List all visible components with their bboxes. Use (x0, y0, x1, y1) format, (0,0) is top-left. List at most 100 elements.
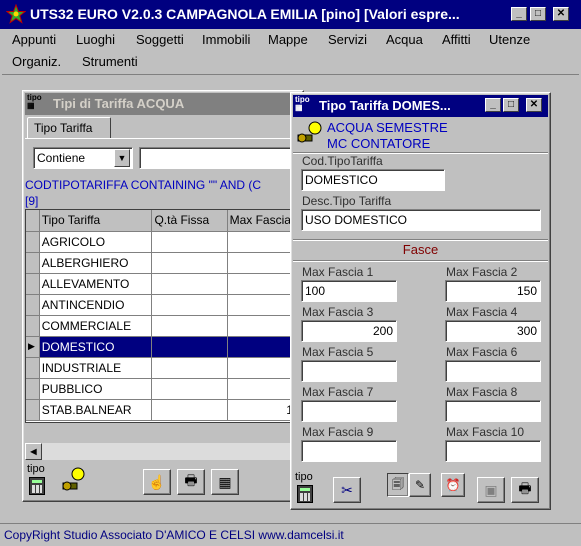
fascia-field[interactable] (301, 360, 397, 382)
record-count: [9] (25, 194, 39, 208)
col-max-fascia1[interactable]: Max Fascia1 (227, 210, 298, 232)
minimize-button[interactable]: _ (511, 7, 527, 21)
menu-affitti[interactable]: Affitti (442, 32, 471, 47)
scroll-left-icon[interactable]: ◀ (25, 443, 42, 460)
fascia-field[interactable] (445, 400, 541, 422)
cell-qta-fissa[interactable] (151, 399, 228, 421)
table-row[interactable]: ALBERGHIERO 250 (26, 252, 298, 274)
table-row[interactable]: ALLEVAMENTO 150 (26, 273, 298, 295)
horizontal-scrollbar[interactable]: ◀ (25, 443, 299, 460)
cell-max-fascia1[interactable]: 1000 (227, 399, 298, 421)
tab-tipo-tariffa[interactable]: Tipo Tariffa (27, 117, 111, 139)
row-indicator[interactable] (26, 294, 40, 316)
cell-max-fascia1[interactable]: 100 (227, 336, 298, 358)
cell-tipo-tariffa[interactable]: COMMERCIALE (39, 315, 153, 337)
row-indicator[interactable] (26, 399, 40, 421)
cell-qta-fissa[interactable] (151, 336, 228, 358)
cell-max-fascia1[interactable]: 150 (227, 273, 298, 295)
cell-qta-fissa[interactable] (151, 378, 228, 400)
menu-utenze[interactable]: Utenze (489, 32, 530, 47)
menu-immobili[interactable]: Immobili (202, 32, 250, 47)
fascia-field[interactable] (445, 440, 541, 462)
cod-field[interactable]: DOMESTICO (301, 169, 445, 191)
row-indicator[interactable] (26, 231, 40, 253)
cell-qta-fissa[interactable] (151, 315, 228, 337)
row-indicator[interactable]: ▶ (26, 336, 40, 358)
cell-max-fascia1[interactable]: 150 (227, 315, 298, 337)
table-row[interactable]: COMMERCIALE 150 (26, 315, 298, 337)
col-tipo-tariffa[interactable]: Tipo Tariffa (39, 210, 153, 232)
calculator-icon[interactable] (29, 477, 45, 495)
tariff-grid[interactable]: Tipo Tariffa Q.tà Fissa Max Fascia1 AGRI… (25, 209, 299, 423)
cell-max-fascia1[interactable]: 250 (227, 357, 298, 379)
row-indicator[interactable] (26, 273, 40, 295)
chevron-down-icon[interactable]: ▼ (114, 149, 130, 167)
cell-tipo-tariffa[interactable]: INDUSTRIALE (39, 357, 153, 379)
view-button[interactable]: 🗐 (387, 473, 409, 497)
table-row[interactable]: ANTINCENDIO 150 (26, 294, 298, 316)
table-row[interactable]: ▶DOMESTICO 100 (26, 336, 298, 358)
cell-tipo-tariffa[interactable]: ALBERGHIERO (39, 252, 153, 274)
row-indicator[interactable] (26, 378, 40, 400)
cell-tipo-tariffa[interactable]: AGRICOLO (39, 231, 153, 253)
key-bulb-icon[interactable] (59, 465, 89, 495)
row-indicator[interactable] (26, 252, 40, 274)
fascia-field[interactable]: 150 (445, 280, 541, 302)
cell-qta-fissa[interactable] (151, 231, 228, 253)
cell-max-fascia1[interactable]: 500 (227, 378, 298, 400)
table-row[interactable]: AGRICOLO 150 (26, 231, 298, 253)
detail-minimize-button[interactable]: _ (485, 98, 501, 112)
fascia-field[interactable] (445, 360, 541, 382)
cell-max-fascia1[interactable]: 150 (227, 231, 298, 253)
fascia-field[interactable]: 100 (301, 280, 397, 302)
menu-organiz[interactable]: Organiz. (12, 54, 61, 69)
menu-servizi[interactable]: Servizi (328, 32, 367, 47)
edit-button[interactable]: ✎ (409, 473, 431, 497)
print-button[interactable]: 🖶 (511, 477, 539, 503)
row-indicator[interactable] (26, 357, 40, 379)
cell-qta-fissa[interactable] (151, 252, 228, 274)
cell-qta-fissa[interactable] (151, 357, 228, 379)
menu-soggetti[interactable]: Soggetti (136, 32, 184, 47)
menu-appunti[interactable]: Appunti (12, 32, 56, 47)
menu-acqua[interactable]: Acqua (386, 32, 423, 47)
menu-luoghi[interactable]: Luoghi (76, 32, 115, 47)
menu-mappe[interactable]: Mappe (268, 32, 308, 47)
col-qta-fissa[interactable]: Q.tà Fissa (151, 210, 228, 232)
cell-tipo-tariffa[interactable]: PUBBLICO (39, 378, 153, 400)
fascia-field[interactable]: 200 (301, 320, 397, 342)
table-row[interactable]: PUBBLICO 500 (26, 378, 298, 400)
alarm-button[interactable]: ⏰ (441, 473, 465, 497)
close-button[interactable]: ✕ (553, 7, 569, 21)
fascia-field[interactable]: 300 (445, 320, 541, 342)
cell-max-fascia1[interactable]: 150 (227, 294, 298, 316)
detail-maximize-button[interactable]: □ (503, 98, 519, 112)
filter-select[interactable]: Contiene ▼ (33, 147, 133, 169)
print-button[interactable]: 🖶 (177, 469, 205, 495)
hand-button[interactable]: ☝ (143, 469, 171, 495)
maximize-button[interactable]: □ (530, 7, 546, 21)
cell-tipo-tariffa[interactable]: ANTINCENDIO (39, 294, 153, 316)
cell-qta-fissa[interactable] (151, 273, 228, 295)
save-button[interactable]: ▣ (477, 477, 505, 503)
filter-input[interactable] (139, 147, 303, 169)
menu-strumenti[interactable]: Strumenti (82, 54, 138, 69)
list-window-title-bar[interactable]: tipo ▦ Tipi di Tariffa ACQUA (25, 93, 299, 115)
cell-tipo-tariffa[interactable]: STAB.BALNEAR (39, 399, 153, 421)
desc-field[interactable]: USO DOMESTICO (301, 209, 541, 231)
cell-tipo-tariffa[interactable]: ALLEVAMENTO (39, 273, 153, 295)
table-row[interactable]: STAB.BALNEAR 1000 (26, 399, 298, 421)
main-title-bar[interactable]: UTS32 EURO V2.0.3 CAMPAGNOLA EMILIA [pin… (0, 0, 581, 29)
cell-max-fascia1[interactable]: 250 (227, 252, 298, 274)
fascia-field[interactable] (301, 440, 397, 462)
cell-qta-fissa[interactable] (151, 294, 228, 316)
grid-button[interactable]: ▦ (211, 469, 239, 495)
table-row[interactable]: INDUSTRIALE 250 (26, 357, 298, 379)
cut-button[interactable]: ✂ (333, 477, 361, 503)
detail-close-button[interactable]: ✕ (526, 98, 542, 112)
detail-window-title-bar[interactable]: tipo ▦ Tipo Tariffa DOMES... _ □ ✕ (293, 95, 548, 117)
cell-tipo-tariffa[interactable]: DOMESTICO (39, 336, 153, 358)
row-indicator[interactable] (26, 315, 40, 337)
calculator-icon[interactable] (297, 485, 313, 503)
fascia-field[interactable] (301, 400, 397, 422)
